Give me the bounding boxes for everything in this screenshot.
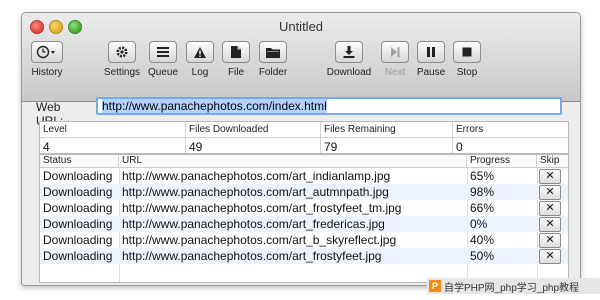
queue-button[interactable]: Queue — [146, 41, 180, 78]
row-url: http://www.panachephotos.com/art_frederi… — [122, 217, 385, 231]
watermark-logo: P — [429, 280, 441, 292]
list-icon — [157, 47, 169, 57]
folder-label: Folder — [258, 67, 288, 78]
row-status: Downloading — [43, 169, 113, 183]
download-list[interactable]: Status URL Progress Skip Downloading htt… — [39, 154, 569, 283]
url-input[interactable]: http://www.panachephotos.com/index.html — [96, 97, 562, 115]
column-url[interactable]: URL — [119, 155, 467, 167]
skip-button[interactable]: ✕ — [539, 233, 561, 248]
column-progress[interactable]: Progress — [467, 155, 537, 167]
row-url: http://www.panachephotos.com/art_indianl… — [122, 169, 391, 183]
row-status: Downloading — [43, 217, 113, 231]
url-value: http://www.panachephotos.com/index.html — [102, 99, 327, 113]
next-label: Next — [384, 67, 406, 78]
settings-button[interactable]: Settings — [101, 41, 143, 78]
stat-files-downloaded: Files Downloaded 49 — [186, 122, 321, 154]
row-url: http://www.panachephotos.com/art_b_skyre… — [122, 233, 397, 247]
history-label: History — [31, 67, 63, 78]
column-skip[interactable]: Skip — [537, 155, 568, 167]
list-item[interactable]: Downloading http://www.panachephotos.com… — [40, 216, 568, 232]
file-button[interactable]: File — [221, 41, 251, 78]
list-item[interactable]: Downloading http://www.panachephotos.com… — [40, 168, 568, 184]
file-icon — [231, 46, 241, 58]
stop-label: Stop — [456, 67, 478, 78]
stat-files-remaining: Files Remaining 79 — [321, 122, 453, 154]
stat-level: Level 4 — [40, 122, 186, 154]
stat-header: Errors — [453, 122, 568, 138]
skip-button[interactable]: ✕ — [539, 249, 561, 264]
row-progress: 50% — [470, 249, 495, 263]
watermark-text: 自学PHP网_php学习_php教程 — [444, 282, 580, 294]
title-bar: Untitled History Settings Queue Log File… — [22, 13, 580, 102]
stats-table: Level 4 Files Downloaded 49 Files Remain… — [39, 121, 569, 154]
history-button[interactable]: History — [27, 41, 67, 78]
pause-label: Pause — [416, 67, 446, 78]
stat-header: Files Remaining — [321, 122, 452, 138]
column-status[interactable]: Status — [40, 155, 119, 167]
row-status: Downloading — [43, 201, 113, 215]
log-label: Log — [191, 67, 209, 78]
warning-icon — [194, 46, 206, 58]
next-button[interactable]: Next — [380, 41, 410, 78]
pause-icon — [427, 47, 435, 57]
skip-button[interactable]: ✕ — [539, 217, 561, 232]
folder-icon — [266, 47, 280, 58]
list-item[interactable]: Downloading http://www.panachephotos.com… — [40, 248, 568, 264]
list-item[interactable]: Downloading http://www.panachephotos.com… — [40, 184, 568, 200]
next-icon — [391, 47, 400, 57]
row-status: Downloading — [43, 233, 113, 247]
row-url: http://www.panachephotos.com/art_autmnpa… — [122, 185, 389, 199]
row-status: Downloading — [43, 185, 113, 199]
row-progress: 40% — [470, 233, 495, 247]
stop-icon — [462, 47, 472, 57]
list-item[interactable]: Downloading http://www.panachephotos.com… — [40, 232, 568, 248]
row-status: Downloading — [43, 249, 113, 263]
queue-label: Queue — [147, 67, 179, 78]
row-progress: 65% — [470, 169, 495, 183]
download-label: Download — [326, 67, 372, 78]
app-window: Untitled History Settings Queue Log File… — [21, 12, 581, 286]
stat-header: Files Downloaded — [186, 122, 320, 138]
window-title: Untitled — [278, 19, 324, 34]
settings-label: Settings — [103, 67, 141, 78]
skip-button[interactable]: ✕ — [539, 201, 561, 216]
row-progress: 98% — [470, 185, 495, 199]
skip-button[interactable]: ✕ — [539, 169, 561, 184]
download-icon — [343, 46, 355, 58]
file-label: File — [227, 67, 245, 78]
pause-button[interactable]: Pause — [415, 41, 447, 78]
gear-icon — [116, 46, 128, 58]
log-button[interactable]: Log — [185, 41, 215, 78]
download-button[interactable]: Download — [324, 41, 374, 78]
stat-errors: Errors 0 — [453, 122, 568, 154]
watermark-banner: P 自学PHP网_php学习_php教程 — [427, 278, 600, 294]
list-item[interactable]: Downloading http://www.panachephotos.com… — [40, 200, 568, 216]
row-progress: 0% — [470, 217, 488, 231]
clock-icon — [36, 45, 55, 59]
row-progress: 66% — [470, 201, 495, 215]
row-url: http://www.panachephotos.com/art_frostyf… — [122, 201, 402, 215]
folder-button[interactable]: Folder — [255, 41, 291, 78]
skip-button[interactable]: ✕ — [539, 185, 561, 200]
stat-header: Level — [40, 122, 185, 138]
stop-button[interactable]: Stop — [450, 41, 484, 78]
row-url: http://www.panachephotos.com/art_frostyf… — [122, 249, 382, 263]
